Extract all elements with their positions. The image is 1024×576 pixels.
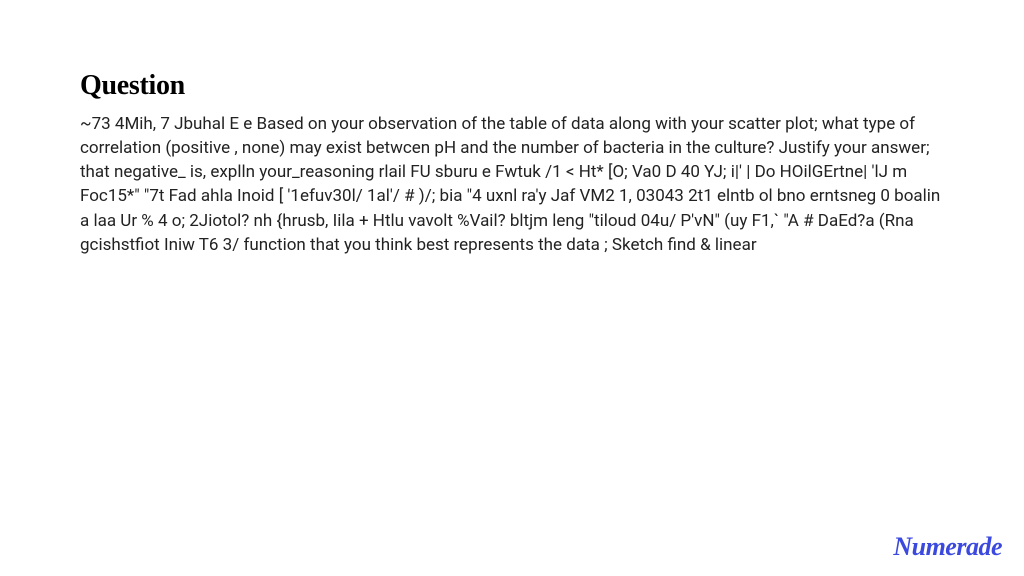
question-body: ~73 4Mih, 7 Jbuhal E e Based on your obs…: [80, 112, 944, 257]
question-heading: Question: [80, 70, 944, 102]
brand-logo: Numerade: [893, 532, 1002, 562]
question-content: Question ~73 4Mih, 7 Jbuhal E e Based on…: [0, 0, 1024, 257]
brand-text: Numerade: [893, 532, 1002, 561]
